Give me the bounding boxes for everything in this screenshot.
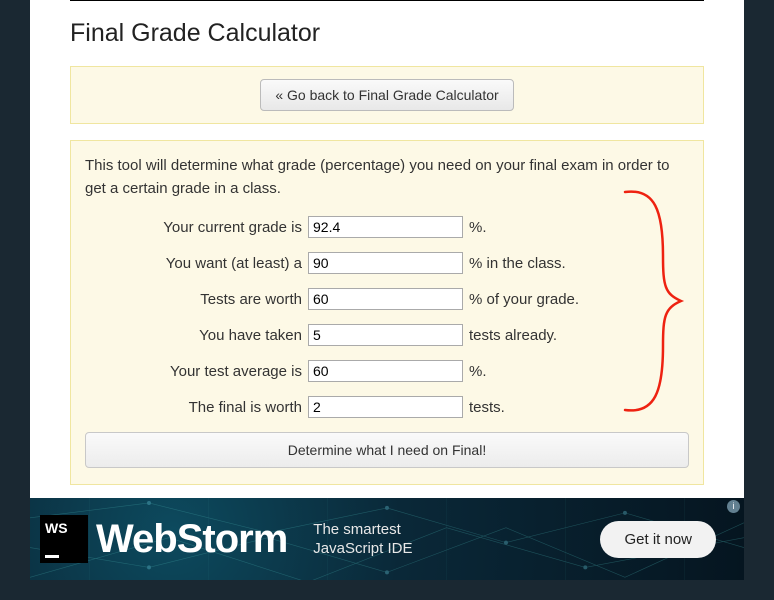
page-container: Final Grade Calculator « Go back to Fina… xyxy=(30,0,744,505)
label-current-grade: Your current grade is xyxy=(85,219,308,236)
input-tests-worth[interactable] xyxy=(308,288,463,310)
label-desired-grade: You want (at least) a xyxy=(85,255,308,272)
suffix-test-average: %. xyxy=(463,363,487,380)
suffix-tests-worth: % of your grade. xyxy=(463,291,579,308)
ad-tagline-line2: JavaScript IDE xyxy=(313,540,412,557)
label-test-average: Your test average is xyxy=(85,363,308,380)
suffix-tests-taken: tests already. xyxy=(463,327,557,344)
ad-logo-underline-icon xyxy=(45,555,59,558)
calculator-form: This tool will determine what grade (per… xyxy=(70,140,704,485)
back-box: « Go back to Final Grade Calculator xyxy=(70,66,704,124)
ad-tagline: The smartest JavaScript IDE xyxy=(313,520,600,559)
label-tests-taken: You have taken xyxy=(85,327,308,344)
suffix-desired-grade: % in the class. xyxy=(463,255,566,272)
suffix-final-worth: tests. xyxy=(463,399,505,416)
row-current-grade: Your current grade is %. xyxy=(85,216,689,238)
input-test-average[interactable] xyxy=(308,360,463,382)
intro-text: This tool will determine what grade (per… xyxy=(85,155,689,200)
label-final-worth: The final is worth xyxy=(85,399,308,416)
row-desired-grade: You want (at least) a % in the class. xyxy=(85,252,689,274)
ad-info-icon[interactable]: i xyxy=(727,500,740,513)
submit-wrap: Determine what I need on Final! xyxy=(85,432,689,468)
input-current-grade[interactable] xyxy=(308,216,463,238)
input-tests-taken[interactable] xyxy=(308,324,463,346)
go-back-button[interactable]: « Go back to Final Grade Calculator xyxy=(260,79,513,111)
ad-cta-button[interactable]: Get it now xyxy=(600,521,716,558)
ad-logo: WS xyxy=(40,515,88,563)
ad-logo-text: WS xyxy=(45,520,83,536)
row-tests-taken: You have taken tests already. xyxy=(85,324,689,346)
determine-button[interactable]: Determine what I need on Final! xyxy=(85,432,689,468)
page-title: Final Grade Calculator xyxy=(70,19,704,48)
ad-banner[interactable]: WS WebStorm The smartest JavaScript IDE … xyxy=(30,498,744,580)
input-desired-grade[interactable] xyxy=(308,252,463,274)
label-tests-worth: Tests are worth xyxy=(85,291,308,308)
suffix-current-grade: %. xyxy=(463,219,487,236)
input-final-worth[interactable] xyxy=(308,396,463,418)
ad-product-name: WebStorm xyxy=(96,517,287,562)
top-divider xyxy=(70,0,704,1)
row-test-average: Your test average is %. xyxy=(85,360,689,382)
row-final-worth: The final is worth tests. xyxy=(85,396,689,418)
row-tests-worth: Tests are worth % of your grade. xyxy=(85,288,689,310)
ad-tagline-line1: The smartest xyxy=(313,521,401,538)
